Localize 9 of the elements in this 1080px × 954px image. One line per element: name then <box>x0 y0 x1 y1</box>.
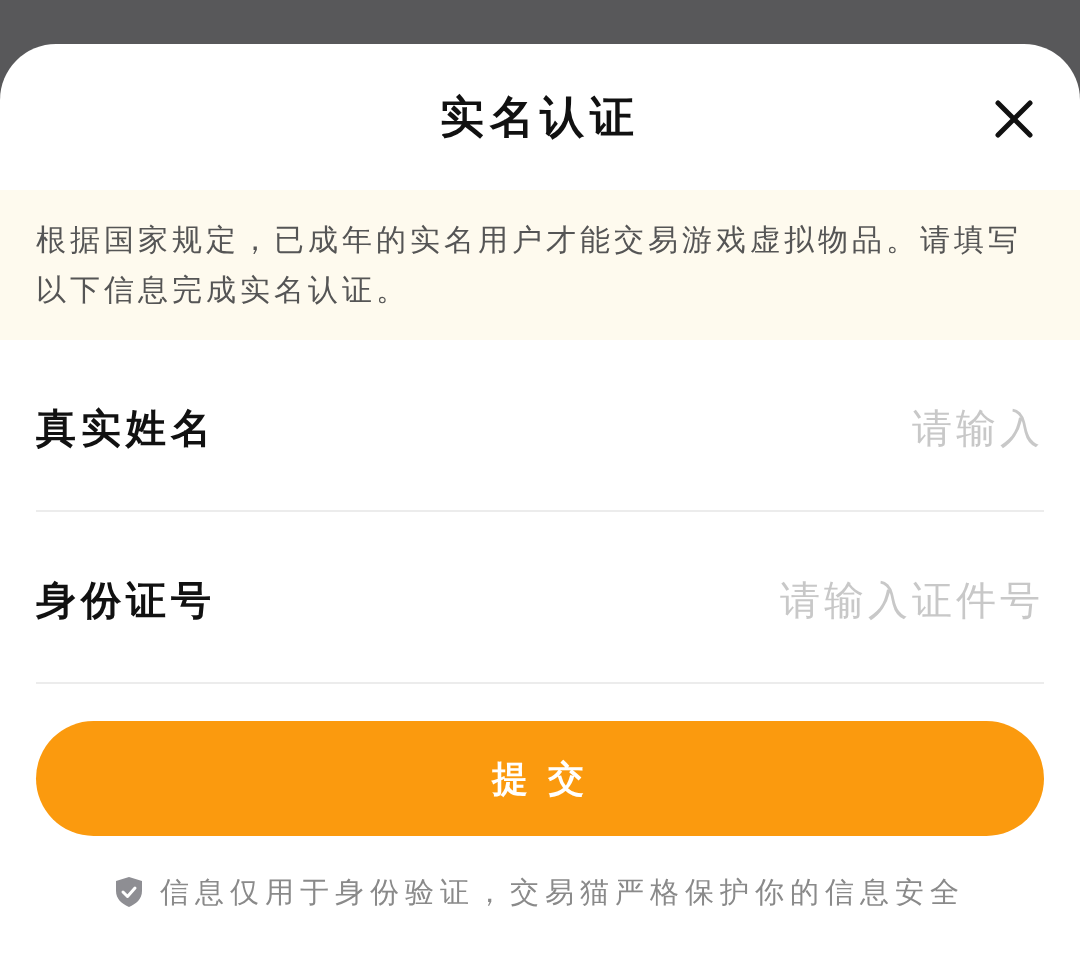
field-label: 真实姓名 <box>36 404 216 453</box>
close-icon <box>995 100 1033 138</box>
dialog-title: 实名认证 <box>440 90 640 144</box>
field-label: 身份证号 <box>36 576 216 625</box>
close-button[interactable] <box>992 97 1036 141</box>
privacy-note: 信息仅用于身份验证，交易猫严格保护你的信息安全 <box>159 874 965 911</box>
shield-check-icon <box>115 877 142 907</box>
notice-text: 根据国家规定，已成年的实名用户才能交易游戏虚拟物品。请填写以下信息完成实名认证。 <box>36 221 1023 309</box>
submit-button[interactable]: 提 交 <box>36 721 1044 836</box>
